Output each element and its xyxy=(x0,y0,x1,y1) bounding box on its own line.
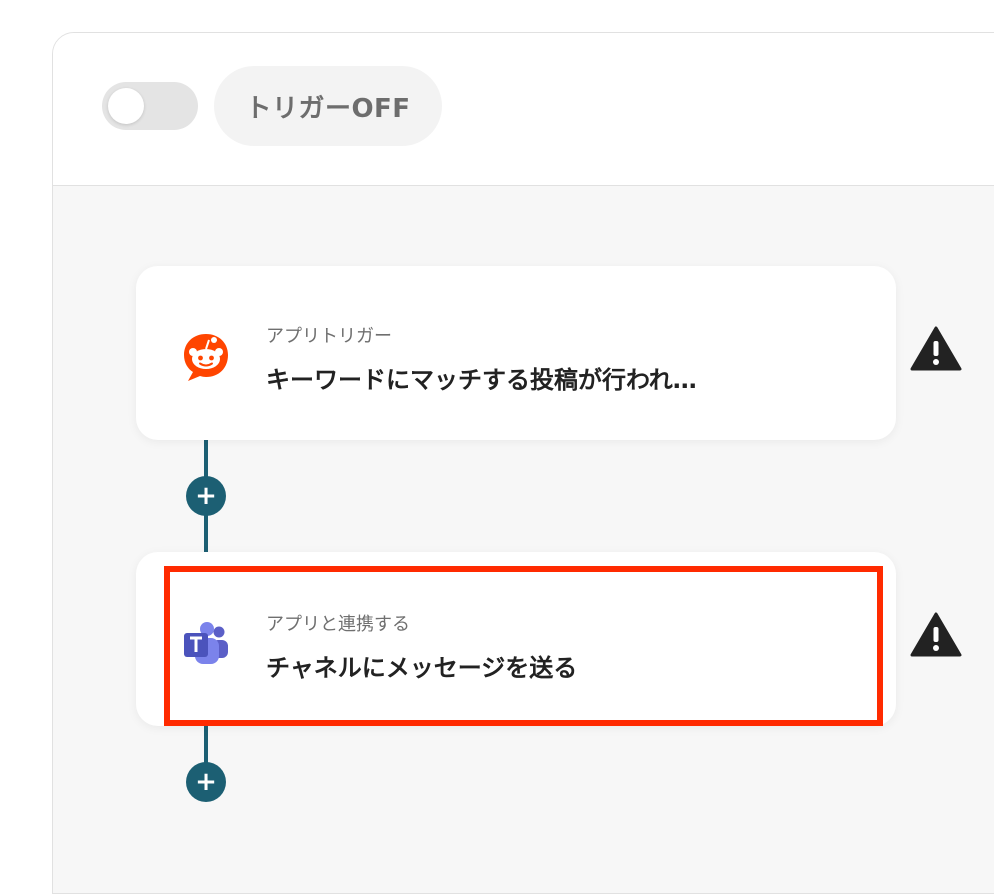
trigger-toggle[interactable] xyxy=(102,82,198,130)
flow-step-trigger[interactable]: アプリトリガー キーワードにマッチする投稿が行われ… xyxy=(136,266,896,440)
reddit-icon xyxy=(180,331,232,383)
flow-connector-2 xyxy=(204,726,208,766)
flow-editor-panel: トリガーOFF xyxy=(52,32,994,894)
panel-header: トリガーOFF xyxy=(53,33,994,186)
add-step-button[interactable]: + xyxy=(186,762,226,802)
step-category: アプリトリガー xyxy=(266,326,392,347)
step-text: アプリトリガー キーワードにマッチする投稿が行われ… xyxy=(266,322,697,395)
warning-icon[interactable] xyxy=(910,326,962,372)
toggle-knob xyxy=(108,88,144,124)
plus-icon: + xyxy=(195,767,217,797)
plus-icon: + xyxy=(195,481,217,511)
highlight-frame xyxy=(164,566,883,726)
add-step-button[interactable]: + xyxy=(186,476,226,516)
step-title: キーワードにマッチする投稿が行われ… xyxy=(266,366,697,394)
trigger-status-label: トリガーOFF xyxy=(214,66,442,146)
warning-icon[interactable] xyxy=(910,612,962,658)
